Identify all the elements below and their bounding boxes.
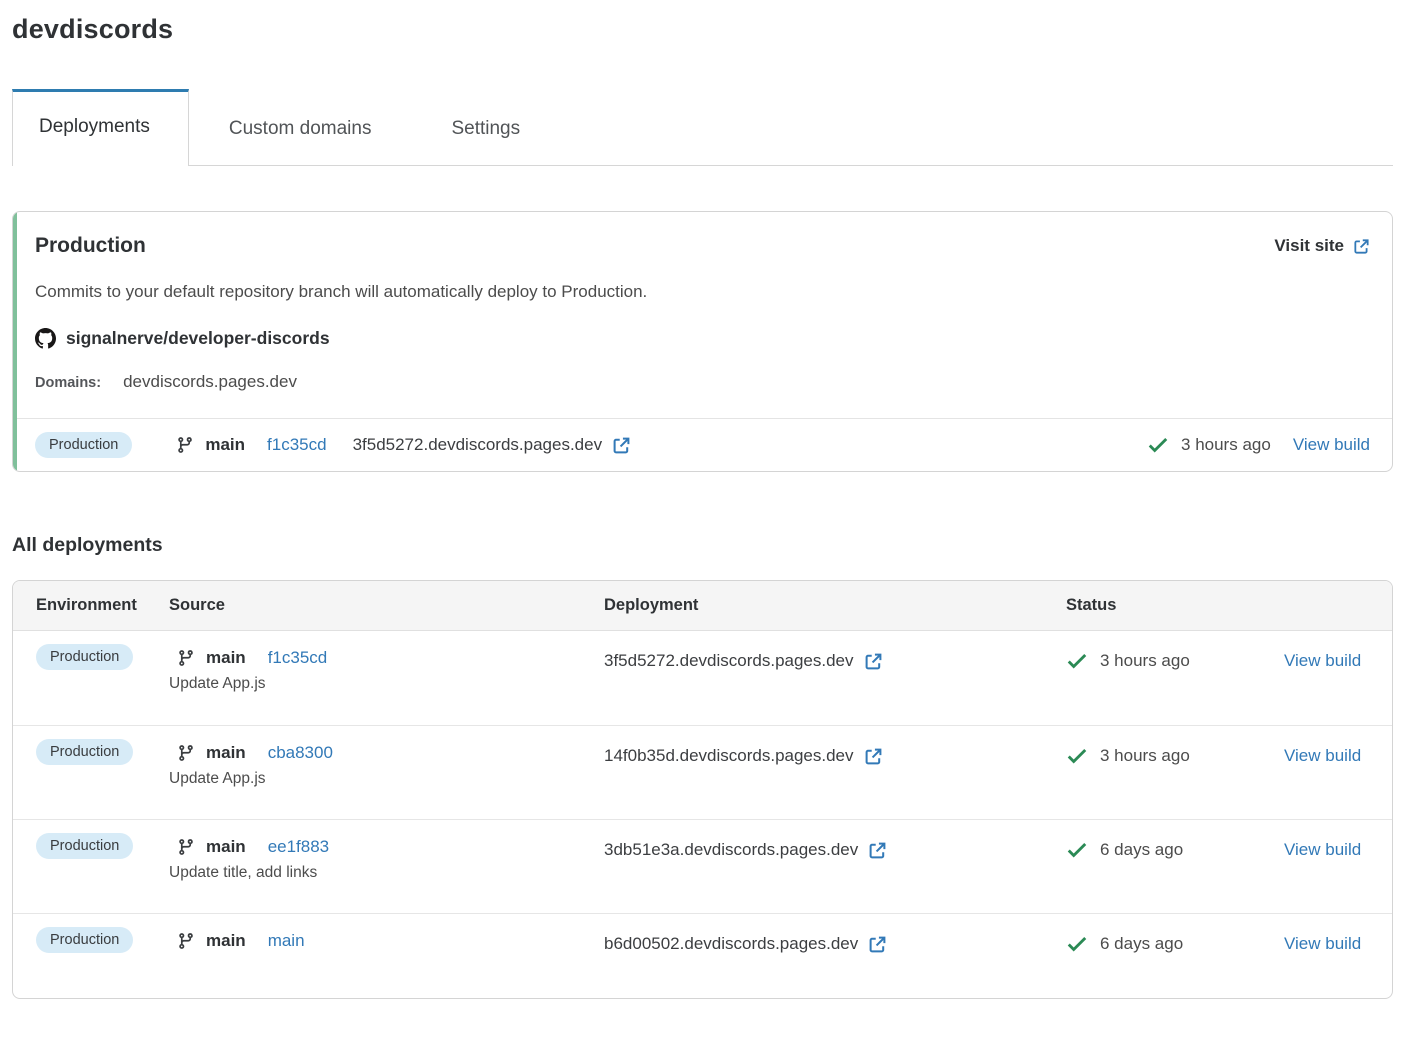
commit-link[interactable]: f1c35cd (268, 648, 328, 668)
deployment-url: 3f5d5272.devdiscords.pages.dev (353, 435, 603, 455)
environment-badge: Production (36, 739, 133, 765)
visit-site-label: Visit site (1274, 236, 1344, 256)
commit-message: Update App.js (169, 675, 604, 693)
deploy-time: 6 days ago (1100, 934, 1183, 954)
external-link-icon[interactable] (868, 841, 887, 860)
environment-badge: Production (36, 927, 133, 953)
github-icon (35, 328, 56, 349)
deploy-time: 6 days ago (1100, 840, 1183, 860)
branch-name: main (205, 435, 245, 455)
success-check-icon (1066, 841, 1088, 859)
environment-badge: Production (36, 644, 133, 670)
view-build-link[interactable]: View build (1284, 746, 1361, 765)
environment-badge: Production (35, 432, 132, 458)
deploy-time: 3 hours ago (1100, 746, 1190, 766)
col-environment: Environment (36, 596, 169, 615)
commit-message: Update title, add links (169, 864, 604, 882)
production-card: Production Visit site Commits to your de… (12, 211, 1393, 472)
table-row: Production main main b6d00502.devdiscord… (13, 913, 1392, 998)
deployment-url: 14f0b35d.devdiscords.pages.dev (604, 746, 854, 766)
external-link-icon[interactable] (864, 747, 883, 766)
branch-name: main (206, 931, 246, 951)
page-title: devdiscords (12, 14, 1393, 45)
deployment-url: 3f5d5272.devdiscords.pages.dev (604, 651, 854, 671)
commit-link[interactable]: main (268, 931, 305, 951)
production-latest-deployment-row: Production main f1c35cd 3f5d5272.devdisc… (17, 418, 1392, 471)
branch-name: main (206, 648, 246, 668)
table-row: Production main cba8300 Update App.js 14… (13, 725, 1392, 819)
commit-link[interactable]: cba8300 (268, 743, 333, 763)
branch-name: main (206, 743, 246, 763)
col-source: Source (169, 596, 604, 615)
external-link-icon[interactable] (612, 436, 631, 455)
commit-link[interactable]: ee1f883 (268, 837, 329, 857)
production-card-body: Production Visit site Commits to your de… (17, 212, 1392, 418)
tab-settings[interactable]: Settings (411, 93, 560, 165)
git-branch-icon (177, 838, 195, 856)
production-card-title: Production (35, 234, 146, 258)
all-deployments-heading: All deployments (12, 534, 1393, 557)
col-action (1284, 596, 1392, 615)
view-build-link[interactable]: View build (1284, 651, 1361, 670)
production-description: Commits to your default repository branc… (35, 282, 1370, 302)
deploy-time: 3 hours ago (1181, 435, 1271, 455)
view-build-link[interactable]: View build (1284, 934, 1361, 953)
deployments-table-header: Environment Source Deployment Status (13, 581, 1392, 631)
col-status: Status (1066, 596, 1284, 615)
tab-deployments[interactable]: Deployments (12, 89, 189, 166)
commit-link[interactable]: f1c35cd (267, 435, 327, 455)
view-build-link[interactable]: View build (1293, 435, 1370, 455)
deployments-table: Environment Source Deployment Status Pro… (12, 580, 1393, 999)
git-branch-icon (177, 932, 195, 950)
domains-label: Domains: (35, 375, 101, 391)
external-link-icon[interactable] (864, 652, 883, 671)
git-branch-icon (177, 744, 195, 762)
col-deployment: Deployment (604, 596, 1066, 615)
deployment-url: b6d00502.devdiscords.pages.dev (604, 934, 858, 954)
visit-site-link[interactable]: Visit site (1274, 236, 1370, 256)
tab-custom-domains[interactable]: Custom domains (189, 93, 412, 165)
view-build-link[interactable]: View build (1284, 840, 1361, 859)
repo-name[interactable]: signalnerve/developer-discords (66, 328, 330, 349)
success-check-icon (1066, 935, 1088, 953)
external-link-icon[interactable] (868, 935, 887, 954)
external-link-icon (1353, 238, 1370, 255)
git-branch-icon (176, 436, 194, 454)
commit-message (169, 958, 604, 959)
environment-badge: Production (36, 833, 133, 859)
tabbar: Deployments Custom domains Settings (12, 89, 1393, 166)
success-check-icon (1066, 652, 1088, 670)
deploy-time: 3 hours ago (1100, 651, 1190, 671)
success-check-icon (1066, 747, 1088, 765)
pages-project-page: devdiscords Deployments Custom domains S… (0, 0, 1413, 999)
git-branch-icon (177, 649, 195, 667)
domains-value: devdiscords.pages.dev (123, 372, 297, 392)
table-row: Production main ee1f883 Update title, ad… (13, 819, 1392, 913)
success-check-icon (1147, 436, 1169, 454)
commit-message: Update App.js (169, 770, 604, 788)
branch-name: main (206, 837, 246, 857)
deployment-url: 3db51e3a.devdiscords.pages.dev (604, 840, 858, 860)
table-row: Production main f1c35cd Update App.js 3f… (13, 631, 1392, 725)
